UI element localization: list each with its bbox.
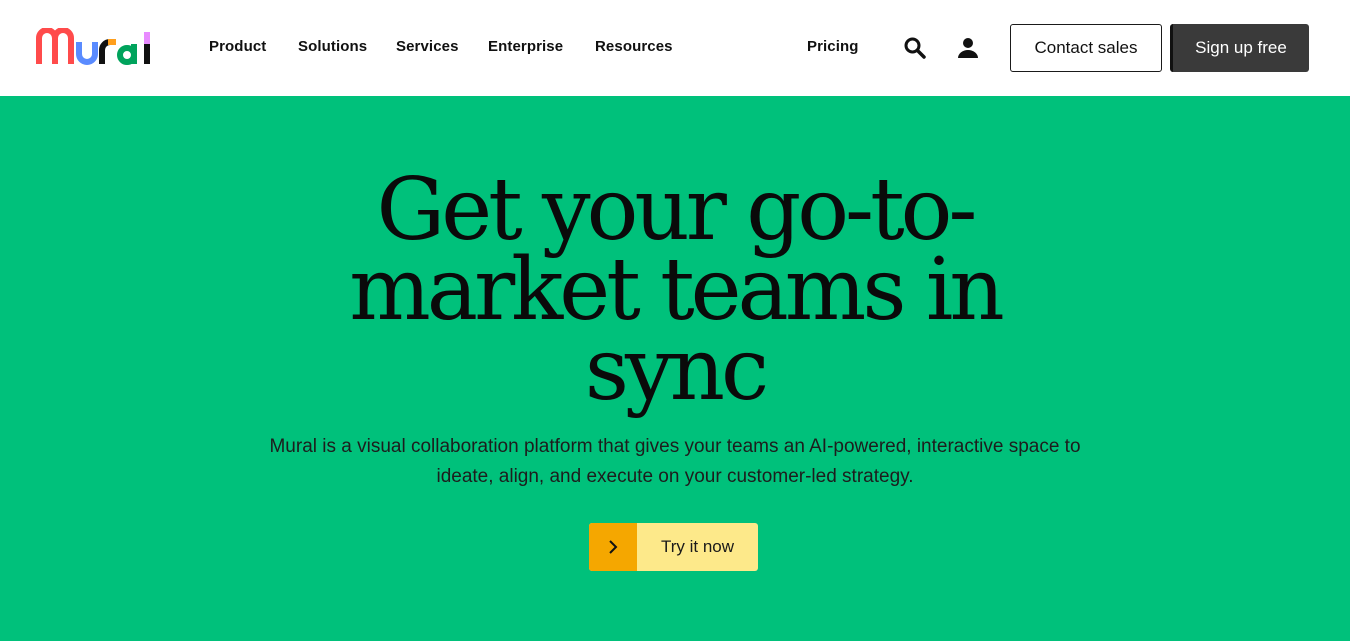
- nav-solutions[interactable]: Solutions: [298, 38, 367, 55]
- nav-pricing[interactable]: Pricing: [807, 38, 859, 55]
- sign-up-button[interactable]: Sign up free: [1170, 24, 1309, 72]
- nav-enterprise[interactable]: Enterprise: [488, 38, 563, 55]
- hero-subtext: Mural is a visual collaboration platform…: [269, 436, 1081, 487]
- contact-sales-button[interactable]: Contact sales: [1010, 24, 1162, 72]
- hero-section: Get your go-to-market teams in sync Mura…: [0, 96, 1350, 641]
- site-header: Product Solutions Services Enterprise Re…: [0, 0, 1350, 96]
- hero-headline: Get your go-to-market teams in sync: [349, 160, 1004, 420]
- mural-logo[interactable]: [36, 28, 156, 68]
- chevron-right-icon: [589, 523, 637, 571]
- nav-product[interactable]: Product: [209, 38, 266, 55]
- try-it-now-button[interactable]: Try it now: [589, 523, 758, 571]
- search-icon[interactable]: [903, 36, 927, 60]
- nav-resources[interactable]: Resources: [595, 38, 673, 55]
- user-icon[interactable]: [956, 36, 980, 60]
- nav-services[interactable]: Services: [396, 38, 459, 55]
- try-it-now-label: Try it now: [660, 537, 735, 556]
